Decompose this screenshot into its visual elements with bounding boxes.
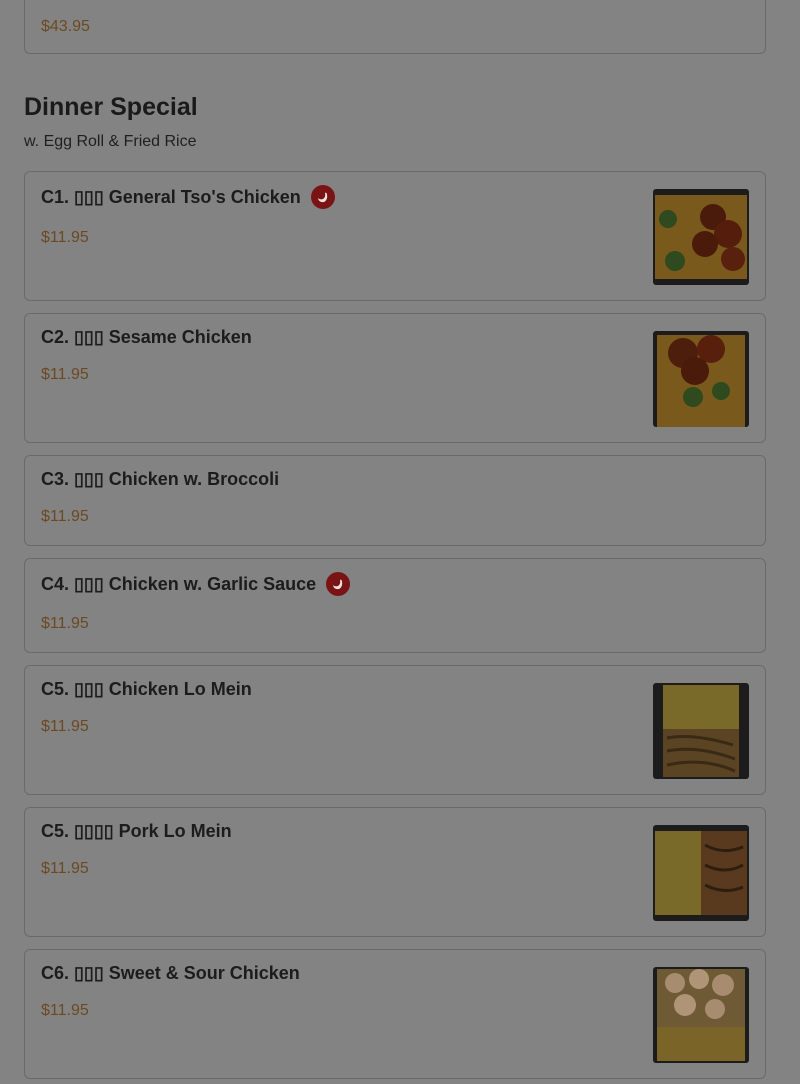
item-price: $11.95 (41, 615, 89, 632)
item-name: C5. ▯▯▯ Chicken Lo Mein (41, 679, 252, 699)
menu-item-card[interactable]: C5. ▯▯▯▯ Pork Lo Mein $11.95 (24, 807, 766, 937)
sweet-sour-chicken-photo (653, 967, 749, 1063)
item-price: $43.95 (41, 18, 90, 35)
menu-item-card[interactable]: C5. ▯▯▯ Chicken Lo Mein $11.95 (24, 665, 766, 795)
menu-item-card[interactable]: C1. ▯▯▯ General Tso's Chicken $11.95 (24, 171, 766, 301)
item-name: C5. ▯▯▯▯ Pork Lo Mein (41, 821, 232, 841)
section-title: Dinner Special (24, 93, 198, 121)
item-name: C2. ▯▯▯ Sesame Chicken (41, 327, 252, 347)
spicy-icon (326, 572, 351, 596)
item-name: C4. ▯▯▯ Chicken w. Garlic Sauce (41, 573, 317, 594)
menu-item-card-previous[interactable]: $43.95 (24, 0, 766, 54)
pork-lo-mein-photo (653, 825, 749, 921)
item-name: C3. ▯▯▯ Chicken w. Broccoli (41, 469, 280, 489)
section-subtitle: w. Egg Roll & Fried Rice (24, 133, 197, 150)
item-price: $11.95 (41, 860, 89, 877)
menu-item-card[interactable]: C3. ▯▯▯ Chicken w. Broccoli $11.95 (24, 455, 766, 546)
menu-item-card[interactable]: C6. ▯▯▯ Sweet & Sour Chicken $11.95 (24, 949, 766, 1079)
spicy-icon (310, 185, 335, 209)
item-price: $11.95 (41, 718, 89, 735)
menu-item-card[interactable]: C2. ▯▯▯ Sesame Chicken $11.95 (24, 313, 766, 443)
item-name: C1. ▯▯▯ General Tso's Chicken (41, 186, 301, 207)
item-price: $11.95 (41, 229, 89, 246)
item-price: $11.95 (41, 1002, 89, 1019)
chicken-lo-mein-photo (653, 683, 749, 779)
menu-item-card[interactable]: C4. ▯▯▯ Chicken w. Garlic Sauce $11.95 (24, 558, 766, 653)
item-name: C6. ▯▯▯ Sweet & Sour Chicken (41, 963, 300, 983)
sesame-chicken-photo (653, 331, 749, 427)
item-price: $11.95 (41, 366, 89, 383)
general-tso-chicken-photo (653, 189, 749, 285)
item-price: $11.95 (41, 508, 89, 525)
